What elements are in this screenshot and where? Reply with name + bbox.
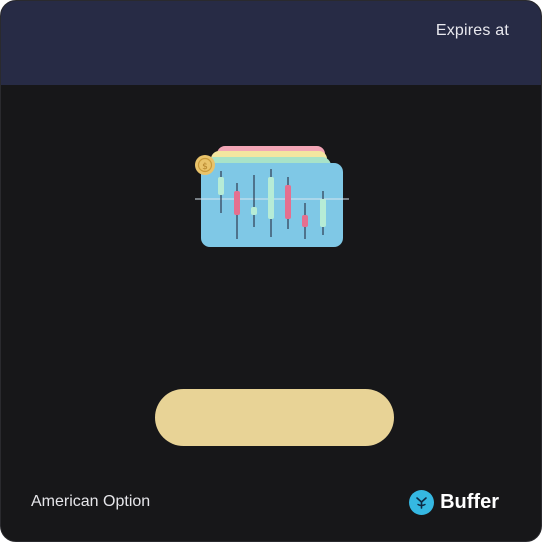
svg-text:$: $ <box>202 162 208 172</box>
candlestick-chart-card-icon: $ <box>191 143 351 251</box>
brand: Buffer <box>409 490 499 515</box>
option-type-label: American Option <box>31 493 151 510</box>
coin-icon: $ <box>195 155 215 175</box>
expires-label: Expires at <box>435 22 509 39</box>
option-card: Expires at $ American Option Buffer <box>0 0 542 542</box>
card-header: Expires at <box>1 1 541 85</box>
buffer-logo-icon <box>409 490 435 515</box>
brand-name: Buffer <box>440 491 499 513</box>
action-button[interactable] <box>155 389 394 446</box>
